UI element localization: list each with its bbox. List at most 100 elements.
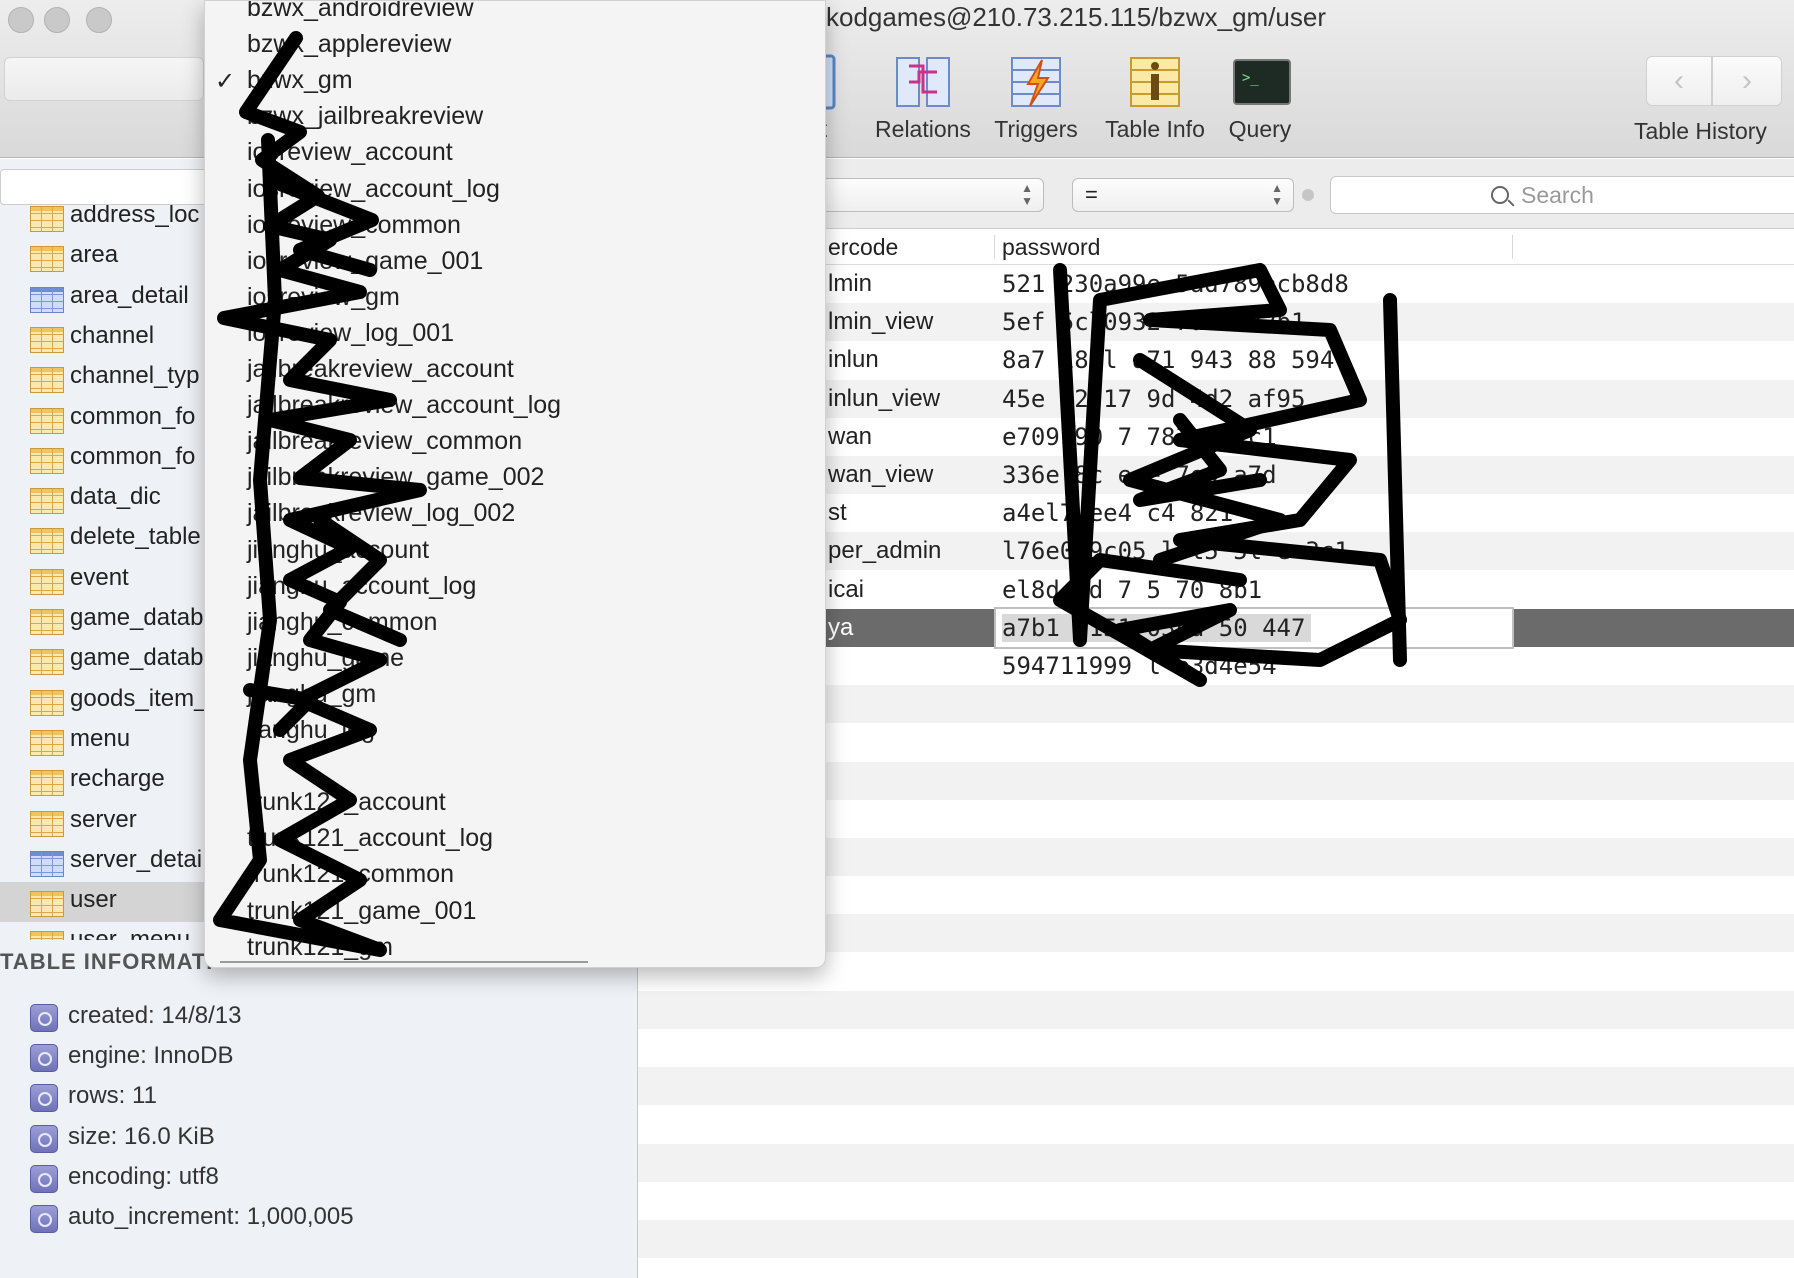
history-back-button[interactable]: ‹ [1646, 56, 1712, 106]
database-menu-item[interactable]: trunk121_common [205, 859, 825, 895]
database-menu-label: bzwx_jailbreakreview [247, 102, 484, 131]
password-cell[interactable]: 336e 8c e e 7e0 a7d [1002, 461, 1277, 489]
table-info-tab-button[interactable]: Table Info [1094, 52, 1216, 143]
usercode-cell[interactable]: st [828, 499, 847, 527]
column-header-password[interactable]: password [1002, 234, 1100, 261]
database-menu-item[interactable]: t [205, 751, 825, 787]
password-cell[interactable]: el8d 7d 7 5 70 8b1 [1002, 576, 1262, 604]
database-menu-label: jailbreakreview_account [247, 355, 514, 383]
search-input[interactable] [1521, 181, 1781, 209]
password-cell[interactable]: l76e0 9c05 l l5 5l e 3c1 [1002, 537, 1349, 565]
database-selector[interactable] [4, 57, 204, 101]
database-menu-item[interactable]: jianghu_log [205, 715, 825, 751]
triggers-tab-button[interactable]: Triggers [986, 52, 1086, 143]
usercode-cell[interactable]: wan [828, 423, 872, 451]
database-menu-item[interactable]: iosreview_log_001 [205, 318, 825, 354]
relations-tab-button[interactable]: Relations [864, 52, 982, 143]
password-cell[interactable]: e709 90 7 783ee fc1 [1002, 423, 1277, 451]
usercode-cell[interactable]: lmin_view [828, 308, 933, 336]
empty-table-row [638, 1143, 1794, 1182]
usercode-cell[interactable]: ya [828, 614, 853, 642]
info-gear-icon [30, 1004, 58, 1032]
filter-field-select[interactable]: d ▲▼ [805, 178, 1044, 212]
table-filter-input[interactable] [0, 169, 210, 205]
password-cell[interactable]: 45e d2717 9d 4d2 af95 [1002, 385, 1305, 413]
zoom-window-button[interactable] [86, 7, 112, 33]
password-cell[interactable]: 8a7 18bl a71 943 88 594 [1002, 346, 1334, 374]
password-cell[interactable]: 594711999 l e3d4e54 [1002, 652, 1277, 680]
database-menu-item[interactable]: bzwx_applereview [205, 29, 825, 65]
sidebar-table-label: game_datab [70, 604, 204, 631]
sidebar-table-label: area_detail [70, 281, 189, 309]
database-menu-item[interactable]: trunk121_account [205, 787, 825, 823]
database-menu-item[interactable]: jailbreakreview_common [205, 426, 825, 462]
table-icon [30, 689, 64, 716]
database-menu-item[interactable]: jianghu_common [205, 607, 825, 643]
table-icon [30, 931, 64, 940]
empty-table-row [638, 1220, 1794, 1258]
database-menu-item[interactable]: jianghu_account_log [205, 571, 825, 607]
table-icon [30, 206, 64, 232]
usercode-cell[interactable]: wan_view [828, 461, 933, 489]
database-menu-item[interactable]: jianghu_gm [205, 679, 825, 715]
table-info-text: engine: InnoDB [68, 1042, 234, 1070]
empty-table-row [638, 1105, 1794, 1143]
database-menu-item[interactable]: jailbreakreview_game_002 [205, 462, 825, 498]
database-menu-item[interactable]: iosreview_game_001 [205, 246, 825, 282]
database-menu-item[interactable]: bzwx_androidreview [205, 1, 825, 29]
database-menu-item[interactable]: trunk121_gm [205, 932, 825, 967]
table-icon [30, 649, 64, 676]
database-menu-item[interactable]: jailbreakreview_log_002 [205, 498, 825, 534]
history-forward-button[interactable]: › [1712, 56, 1782, 106]
search-field[interactable] [1330, 176, 1794, 214]
database-menu-item[interactable]: trunk121_game_001 [205, 896, 825, 932]
query-tab-label: Query [1228, 116, 1292, 142]
database-menu-label: jailbreakreview_log_002 [247, 499, 516, 528]
query-tab-button[interactable]: >_ Query [1220, 52, 1300, 143]
column-header-usercode[interactable]: ercode [828, 234, 898, 261]
usercode-cell[interactable]: inlun_view [828, 385, 940, 413]
database-menu-item[interactable]: iosreview_account [205, 137, 825, 173]
database-menu-label: jianghu_account_log [247, 571, 477, 600]
database-menu-item[interactable]: jailbreakreview_account_log [205, 390, 825, 426]
sidebar-table-label: delete_table [70, 523, 201, 551]
minimize-window-button[interactable] [44, 7, 70, 33]
usercode-cell[interactable]: inlun [828, 346, 879, 374]
password-cell[interactable]: a7b1 5151 03cd 50 447 [1002, 613, 1312, 642]
database-menu-item[interactable]: iosreview_common [205, 210, 825, 246]
database-menu-item[interactable]: iosreview_account_log [205, 174, 825, 210]
database-menu-item[interactable]: bzwx_jailbreakreview [205, 101, 825, 137]
usercode-cell[interactable]: per_admin [828, 537, 941, 565]
password-cell[interactable]: 5ef 5cl0932 7d a 82b1 [1002, 308, 1305, 336]
filter-operator-select[interactable]: = ▲ ▼ [1072, 178, 1294, 212]
database-menu-label: iosreview_common [247, 210, 461, 239]
database-menu-item[interactable]: jailbreakreview_account [205, 354, 825, 390]
password-cell[interactable]: 521 230a99e 5ad789acb8d8 [1002, 270, 1349, 298]
password-cell[interactable]: a4el7 ee4 c4 821 [1002, 499, 1233, 527]
database-menu-label: trunk121_common [247, 860, 455, 889]
sidebar-table-label: goods_item_ [70, 684, 208, 712]
column-divider[interactable] [1512, 235, 1513, 259]
database-menu-label: jianghu_common [247, 607, 438, 636]
empty-table-row [638, 1258, 1794, 1278]
database-menu-item[interactable]: ✓ bzwx_gm [205, 65, 825, 101]
stepper-arrows-icon: ▲ ▼ [1271, 181, 1283, 208]
chevron-left-icon: ‹ [1674, 64, 1684, 97]
table-icon [30, 246, 64, 273]
close-window-button[interactable] [8, 7, 34, 33]
empty-table-row [638, 1182, 1794, 1220]
column-divider[interactable] [994, 235, 995, 259]
info-gear-icon [30, 1084, 58, 1113]
database-menu-item[interactable]: jianghu_game [205, 643, 825, 679]
database-menu-item[interactable]: trunk121_account_log [205, 823, 825, 859]
filter-operator-value: = [1085, 182, 1098, 207]
table-icon [30, 568, 64, 595]
database-menu-label: jianghu_log [247, 716, 375, 744]
usercode-cell[interactable]: icai [828, 576, 864, 604]
table-information-header: TABLE INFORMATI [0, 949, 214, 974]
usercode-cell[interactable]: lmin [828, 270, 872, 298]
database-menu-item[interactable]: iosreview_gm [205, 282, 825, 318]
sidebar-table-label: channel [70, 321, 155, 349]
database-menu-item[interactable]: jianghu_account [205, 535, 825, 571]
triggers-tab-label: Triggers [994, 116, 1078, 142]
